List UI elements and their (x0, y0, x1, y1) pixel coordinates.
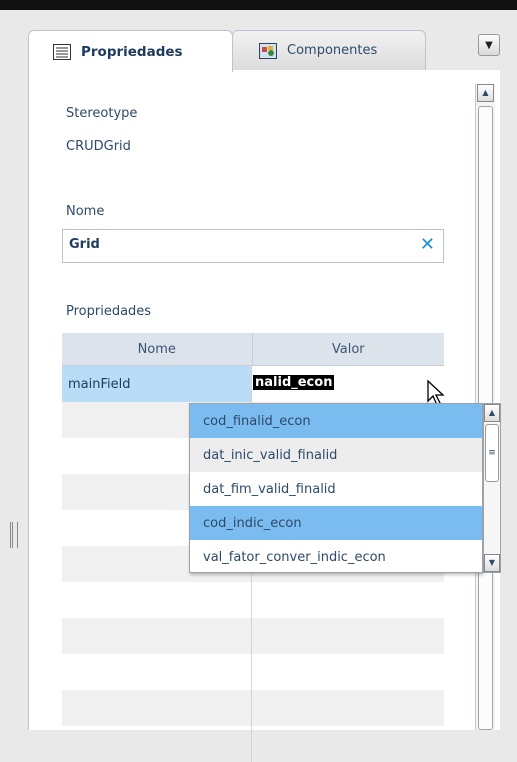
propriedades-label: Propriedades (66, 304, 152, 319)
scroll-up-arrow-icon[interactable]: ▲ (484, 404, 500, 422)
clear-icon[interactable]: ✕ (420, 234, 435, 255)
dropdown-option[interactable]: cod_finalid_econ (190, 404, 482, 438)
table-row[interactable] (62, 654, 444, 690)
tab-propriedades[interactable]: Propriedades (28, 30, 233, 72)
dropdown-option[interactable]: dat_fim_valid_finalid (190, 472, 482, 506)
dropdown-option[interactable]: cod_indic_econ (190, 506, 482, 540)
scroll-thumb[interactable]: ≡ (485, 424, 499, 482)
dropdown-option[interactable]: val_fator_conver_indic_econ (190, 540, 482, 574)
dropdown-option[interactable]: dat_inic_valid_finalid (190, 438, 482, 472)
row-valor-cell[interactable]: nalid_econ (252, 366, 444, 402)
tab-propriedades-label: Propriedades (81, 43, 183, 60)
row-nome-cell[interactable]: mainField (62, 366, 252, 402)
table-row[interactable] (62, 582, 444, 618)
tab-componentes-label: Componentes (287, 43, 378, 58)
column-header-valor[interactable]: Valor (253, 333, 445, 365)
table-row[interactable] (62, 618, 444, 654)
table-header: Nome Valor (62, 333, 444, 366)
tab-componentes[interactable]: Componentes (232, 30, 426, 70)
components-icon (259, 42, 277, 59)
window-top-bar (0, 0, 517, 10)
autocomplete-dropdown: cod_finalid_econ dat_inic_valid_finalid … (189, 403, 483, 573)
table-row[interactable] (62, 690, 444, 726)
nome-input[interactable]: Grid ✕ (62, 229, 444, 263)
scroll-up-arrow-icon[interactable]: ▲ (477, 84, 494, 102)
scroll-down-arrow-icon[interactable]: ▼ (484, 554, 500, 572)
nome-input-value: Grid (69, 237, 100, 252)
chevron-down-icon: ▼ (485, 39, 493, 51)
table-row[interactable] (62, 726, 444, 762)
stereotype-label: Stereotype (66, 106, 138, 121)
splitter-grip[interactable] (10, 522, 18, 548)
valor-editor-text[interactable]: nalid_econ (253, 375, 335, 390)
properties-list-icon (53, 43, 71, 60)
stereotype-value: CRUDGrid (66, 139, 131, 154)
column-header-nome[interactable]: Nome (62, 333, 253, 365)
table-row[interactable]: mainField nalid_econ (62, 366, 444, 402)
nome-label: Nome (66, 204, 105, 219)
panel-menu-button[interactable]: ▼ (478, 34, 500, 56)
dropdown-scrollbar[interactable]: ▲ ≡ ▼ (483, 403, 501, 573)
